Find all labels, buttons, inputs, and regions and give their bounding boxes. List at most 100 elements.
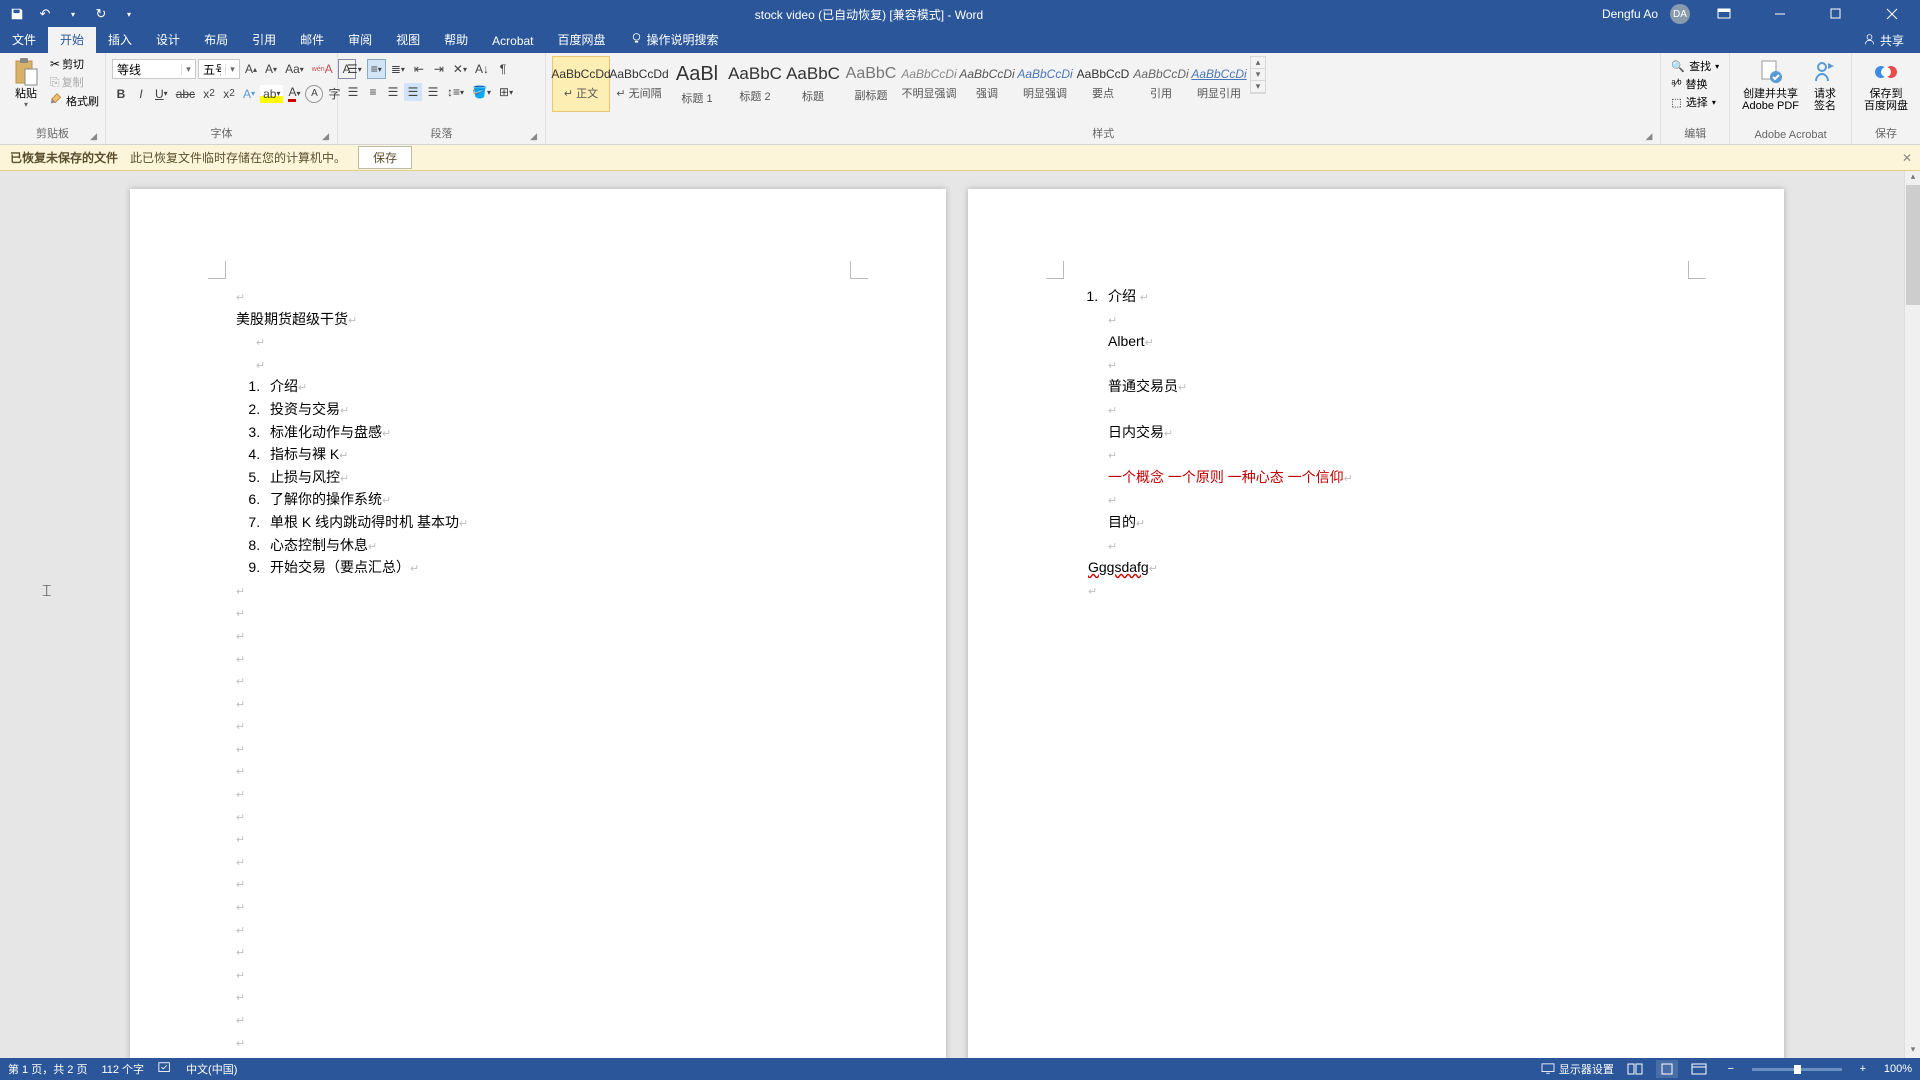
- decrease-indent-button[interactable]: ⇤: [410, 60, 428, 78]
- bullets-button[interactable]: ☰▾: [344, 60, 365, 78]
- scroll-thumb[interactable]: [1906, 185, 1920, 305]
- status-page[interactable]: 第 1 页，共 2 页: [8, 1061, 87, 1077]
- gallery-scrollbar[interactable]: ▴ ▾ ▾: [1250, 56, 1266, 94]
- enclose-char-button[interactable]: A: [305, 85, 323, 103]
- dialog-launcher-icon[interactable]: ◢: [90, 131, 97, 142]
- cut-button[interactable]: ✂ 剪切: [50, 56, 99, 72]
- dialog-launcher-icon[interactable]: ◢: [1645, 131, 1652, 142]
- zoom-slider[interactable]: [1752, 1068, 1842, 1071]
- style-要点[interactable]: AaBbCcD要点: [1074, 56, 1132, 112]
- font-name-input[interactable]: [113, 60, 181, 78]
- replace-button[interactable]: ᵃ⁄ᵇ替换: [1671, 76, 1719, 92]
- style-强调[interactable]: AaBbCcDi强调: [958, 56, 1016, 112]
- increase-indent-button[interactable]: ⇥: [430, 60, 448, 78]
- tab-5[interactable]: 邮件: [288, 27, 336, 53]
- status-language[interactable]: 中文(中国): [186, 1061, 237, 1077]
- style-gallery[interactable]: AaBbCcDd↵ 正文AaBbCcDd↵ 无间隔AaBl标题 1AaBbC标题…: [552, 56, 1248, 112]
- tab-9[interactable]: Acrobat: [480, 30, 545, 53]
- italic-button[interactable]: I: [132, 85, 150, 103]
- phonetic-guide-button[interactable]: wénA: [309, 60, 336, 78]
- share-button[interactable]: 共享: [1847, 28, 1920, 53]
- superscript-button[interactable]: x2: [220, 85, 238, 103]
- read-mode-button[interactable]: [1624, 1060, 1646, 1078]
- copy-button[interactable]: ⎘ 复制: [50, 74, 99, 90]
- style-标题 1[interactable]: AaBl标题 1: [668, 56, 726, 112]
- asian-layout-button[interactable]: ✕▾: [450, 60, 470, 78]
- recovery-save-button[interactable]: 保存: [358, 146, 412, 169]
- sort-button[interactable]: A↓: [472, 60, 492, 78]
- shrink-font-button[interactable]: A▾: [262, 60, 280, 78]
- find-button[interactable]: 🔍查找▾: [1671, 58, 1719, 74]
- page-2[interactable]: 介绍 ↵ ↵ Albert↵ ↵ 普通交易员↵ ↵ 日内交易↵ ↵ 一个概念 一…: [968, 189, 1784, 1058]
- vertical-scrollbar[interactable]: ▴ ▾: [1904, 171, 1920, 1058]
- numbering-button[interactable]: ≡▾: [367, 59, 386, 79]
- recovery-close-button[interactable]: ✕: [1902, 151, 1912, 165]
- text-effects-button[interactable]: A▾: [240, 85, 258, 103]
- ribbon-display-icon[interactable]: [1702, 0, 1746, 28]
- style-不明显强调[interactable]: AaBbCcDi不明显强调: [900, 56, 958, 112]
- close-button[interactable]: [1870, 0, 1914, 28]
- strikethrough-button[interactable]: abc: [173, 85, 198, 103]
- bold-button[interactable]: B: [112, 85, 130, 103]
- change-case-button[interactable]: Aa▾: [282, 60, 307, 78]
- dialog-launcher-icon[interactable]: ◢: [322, 131, 329, 142]
- tab-file[interactable]: 文件: [0, 27, 48, 53]
- zoom-level[interactable]: 100%: [1884, 1063, 1912, 1075]
- zoom-in-button[interactable]: +: [1852, 1060, 1874, 1078]
- font-size-combo[interactable]: ▾: [198, 59, 240, 79]
- web-layout-button[interactable]: [1688, 1060, 1710, 1078]
- scroll-down-icon[interactable]: ▾: [1905, 1044, 1920, 1058]
- redo-icon[interactable]: ↻: [94, 7, 108, 21]
- gallery-up-icon[interactable]: ▴: [1251, 57, 1265, 69]
- tab-2[interactable]: 设计: [144, 27, 192, 53]
- gallery-down-icon[interactable]: ▾: [1251, 69, 1265, 81]
- align-center-button[interactable]: ≡: [364, 83, 382, 101]
- tab-3[interactable]: 布局: [192, 27, 240, 53]
- grow-font-button[interactable]: A▴: [242, 60, 260, 78]
- align-right-button[interactable]: ☰: [384, 83, 402, 101]
- style-明显强调[interactable]: AaBbCcDi明显强调: [1016, 56, 1074, 112]
- tab-4[interactable]: 引用: [240, 27, 288, 53]
- style-↵ 无间隔[interactable]: AaBbCcDd↵ 无间隔: [610, 56, 668, 112]
- qat-customize-icon[interactable]: ▾: [122, 7, 136, 21]
- tab-0[interactable]: 开始: [48, 27, 96, 53]
- align-left-button[interactable]: ☰: [344, 83, 362, 101]
- style-标题[interactable]: AaBbC标题: [784, 56, 842, 112]
- minimize-button[interactable]: [1758, 0, 1802, 28]
- document-area[interactable]: ⌶ ↵ 美股期货超级干货↵ ↵ ↵ 介绍↵投资与交易↵标准化动作与盘感↵指标与裸…: [0, 171, 1920, 1058]
- shading-button[interactable]: 🪣▾: [469, 83, 494, 101]
- undo-icon[interactable]: ↶: [38, 7, 52, 21]
- borders-button[interactable]: ⊞▾: [496, 83, 516, 101]
- display-settings-button[interactable]: 显示器设置: [1541, 1061, 1614, 1077]
- style-↵ 正文[interactable]: AaBbCcDd↵ 正文: [552, 56, 610, 112]
- line-spacing-button[interactable]: ↕≡▾: [444, 83, 467, 101]
- tab-10[interactable]: 百度网盘: [546, 27, 618, 53]
- style-明显引用[interactable]: AaBbCcDi明显引用: [1190, 56, 1248, 112]
- status-words[interactable]: 112 个字: [101, 1061, 144, 1077]
- gallery-more-icon[interactable]: ▾: [1251, 81, 1265, 93]
- undo-dropdown-icon[interactable]: ▾: [66, 7, 80, 21]
- format-painter-button[interactable]: 格式刷: [50, 92, 99, 109]
- distributed-button[interactable]: ☰: [424, 83, 442, 101]
- paste-button[interactable]: 粘贴 ▾: [6, 56, 46, 111]
- tell-me-search[interactable]: 操作说明搜索: [618, 27, 731, 53]
- tab-1[interactable]: 插入: [96, 27, 144, 53]
- tab-7[interactable]: 视图: [384, 27, 432, 53]
- user-avatar[interactable]: DA: [1670, 4, 1690, 24]
- zoom-out-button[interactable]: −: [1720, 1060, 1742, 1078]
- print-layout-button[interactable]: [1656, 1060, 1678, 1078]
- page-1[interactable]: ↵ 美股期货超级干货↵ ↵ ↵ 介绍↵投资与交易↵标准化动作与盘感↵指标与裸 K…: [130, 189, 946, 1058]
- show-marks-button[interactable]: ¶: [494, 60, 512, 78]
- select-button[interactable]: ⬚选择▾: [1671, 94, 1719, 110]
- font-size-input[interactable]: [199, 60, 225, 78]
- style-标题 2[interactable]: AaBbC标题 2: [726, 56, 784, 112]
- multilevel-list-button[interactable]: ≣▾: [388, 60, 408, 78]
- save-baidu-button[interactable]: 保存到 百度网盘: [1858, 56, 1914, 114]
- dialog-launcher-icon[interactable]: ◢: [530, 131, 537, 142]
- tab-6[interactable]: 审阅: [336, 27, 384, 53]
- request-signature-button[interactable]: 请求 签名: [1805, 56, 1845, 114]
- highlight-button[interactable]: ab▾: [260, 85, 283, 103]
- style-副标题[interactable]: AaBbC副标题: [842, 56, 900, 112]
- font-color-button[interactable]: A▾: [285, 83, 303, 104]
- scroll-up-icon[interactable]: ▴: [1905, 171, 1920, 185]
